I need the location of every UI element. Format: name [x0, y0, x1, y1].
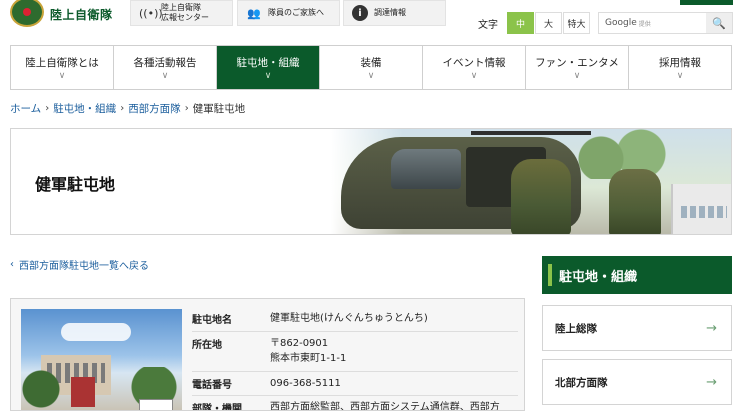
info-value: 〒862-0901 [270, 338, 329, 349]
chevron-down-icon: ∨ [58, 70, 66, 81]
chevron-left-icon: ‹ [10, 259, 14, 270]
site-search: Google 提供 🔍 [598, 12, 733, 34]
nav-item-equipment[interactable]: 装備 ∨ [320, 46, 423, 89]
family-icon: 👥 [247, 6, 261, 20]
info-value: 熊本市東町1-1-1 [270, 353, 347, 364]
info-row-name: 駐屯地名 健軍駐屯地(けんぐんちゅうとんち) [192, 307, 518, 332]
chevron-down-icon: ∨ [264, 70, 272, 81]
photo-gate [71, 377, 95, 407]
search-brand: Google [605, 18, 637, 28]
info-key: 電話番号 [192, 380, 232, 391]
info-value: 096-368-5111 [270, 378, 341, 389]
nav-item-recruit[interactable]: 採用情報 ∨ [629, 46, 731, 89]
breadcrumb: ホーム › 駐屯地・組織 › 西部方面隊 › 健軍駐屯地 [10, 101, 245, 116]
util-link-procurement[interactable]: i 調達情報 [343, 0, 446, 26]
font-size-large-button[interactable]: 大 [535, 12, 562, 34]
util-link-family[interactable]: 👥 隊員のご家族へ [237, 0, 340, 26]
site-name: 陸上自衛隊 [50, 7, 113, 22]
sidebar-item-ground-component[interactable]: 陸上総隊 → [542, 305, 732, 351]
info-key: 部隊・機関 [192, 404, 242, 411]
search-button[interactable]: 🔍 [706, 13, 732, 33]
photo-tree [21, 369, 61, 409]
nav-item-fan[interactable]: ファン・エンタメ ∨ [526, 46, 629, 89]
base-info-table: 駐屯地名 健軍駐屯地(けんぐんちゅうとんち) 所在地 〒862-0901 熊本市… [192, 307, 518, 411]
hero-soldier [609, 169, 661, 234]
base-photo [21, 309, 182, 410]
info-value: 健軍駐屯地(けんぐんちゅうとんち) [270, 313, 428, 324]
util-link-label: 広報センター [161, 13, 209, 22]
breadcrumb-separator: › [45, 103, 50, 114]
breadcrumb-separator: › [120, 103, 125, 114]
nav-item-label: 装備 [360, 56, 382, 69]
font-size-label: 文字 [478, 20, 498, 31]
photo-sign [139, 399, 173, 410]
global-nav: 陸上自衛隊とは ∨ 各種活動報告 ∨ 駐屯地・組織 ∨ 装備 ∨ イベント情報 … [10, 45, 732, 90]
breadcrumb-western-army-link[interactable]: 西部方面隊 [128, 101, 181, 116]
util-link-pr-center[interactable]: ((•)) 陸上自衛隊 広報センター [130, 0, 233, 26]
chevron-down-icon: ∨ [470, 70, 478, 81]
hero-helicopter-rotor [471, 131, 591, 135]
base-info-card: 駐屯地名 健軍駐屯地(けんぐんちゅうとんち) 所在地 〒862-0901 熊本市… [10, 298, 525, 411]
util-link-label: 調達情報 [374, 8, 406, 17]
font-size-xlarge-button[interactable]: 特大 [563, 12, 590, 34]
chevron-down-icon: ∨ [676, 70, 684, 81]
chevron-down-icon: ∨ [573, 70, 581, 81]
nav-item-label: 各種活動報告 [133, 56, 197, 69]
breadcrumb-separator: › [184, 103, 189, 114]
page-title: 健軍駐屯地 [35, 175, 116, 194]
hero-building [671, 184, 731, 234]
util-link-label: 陸上自衛隊 [161, 3, 201, 12]
photo-cloud [61, 323, 131, 341]
arrow-right-icon: → [706, 374, 717, 390]
sidebar-heading-label: 駐屯地・組織 [559, 269, 638, 285]
nav-item-events[interactable]: イベント情報 ∨ [423, 46, 526, 89]
breadcrumb-bases-link[interactable]: 駐屯地・組織 [53, 101, 116, 116]
arrow-right-icon: → [706, 320, 717, 336]
info-value: 西部方面総監部、西部方面システム通信群、西部方 [270, 402, 500, 411]
nav-item-label: 採用情報 [659, 56, 701, 69]
sidebar-item-northern-army[interactable]: 北部方面隊 → [542, 359, 732, 405]
font-size-medium-button[interactable]: 中 [507, 12, 534, 34]
search-icon: 🔍 [712, 16, 726, 30]
hero-helicopter-window [391, 149, 461, 189]
site-logo[interactable]: 陸上自衛隊 [10, 0, 113, 28]
sidebar-heading-bar [548, 264, 552, 286]
info-key: 所在地 [192, 340, 222, 351]
nav-item-label: 陸上自衛隊とは [25, 56, 99, 69]
nav-item-bases[interactable]: 駐屯地・組織 ∨ [217, 46, 320, 89]
sidebar-heading: 駐屯地・組織 [542, 256, 732, 294]
emblem-icon [10, 0, 44, 27]
chevron-down-icon: ∨ [367, 70, 375, 81]
info-row-phone: 電話番号 096-368-5111 [192, 372, 518, 396]
info-row-units: 部隊・機関 西部方面総監部、西部方面システム通信群、西部方 [192, 396, 518, 411]
breadcrumb-current: 健軍駐屯地 [192, 103, 246, 115]
page-hero: 健軍駐屯地 [10, 128, 732, 235]
search-input[interactable]: 提供 [637, 19, 706, 28]
header-accent-bar [680, 0, 733, 5]
chevron-down-icon: ∨ [161, 70, 169, 81]
info-icon: i [352, 5, 368, 21]
sidebar-item-label: 陸上総隊 [555, 322, 597, 335]
util-link-label: 隊員のご家族へ [268, 8, 324, 17]
nav-item-label: 駐屯地・組織 [236, 56, 300, 69]
info-row-address: 所在地 〒862-0901 熊本市東町1-1-1 [192, 332, 518, 372]
info-key: 駐屯地名 [192, 315, 232, 326]
back-link-label: 西部方面隊駐屯地一覧へ戻る [19, 261, 149, 272]
nav-item-about[interactable]: 陸上自衛隊とは ∨ [11, 46, 114, 89]
nav-item-label: ファン・エンタメ [535, 56, 619, 69]
hero-soldier [511, 159, 571, 234]
back-to-list-link[interactable]: ‹ 西部方面隊駐屯地一覧へ戻る [10, 257, 149, 272]
sidebar-item-label: 北部方面隊 [555, 376, 608, 389]
nav-item-activities[interactable]: 各種活動報告 ∨ [114, 46, 217, 89]
nav-item-label: イベント情報 [442, 56, 506, 69]
breadcrumb-home-link[interactable]: ホーム [10, 101, 41, 116]
broadcast-icon: ((•)) [139, 6, 163, 20]
site-header: 陸上自衛隊 ((•)) 陸上自衛隊 広報センター 👥 隊員のご家族へ i 調達情… [0, 0, 733, 45]
